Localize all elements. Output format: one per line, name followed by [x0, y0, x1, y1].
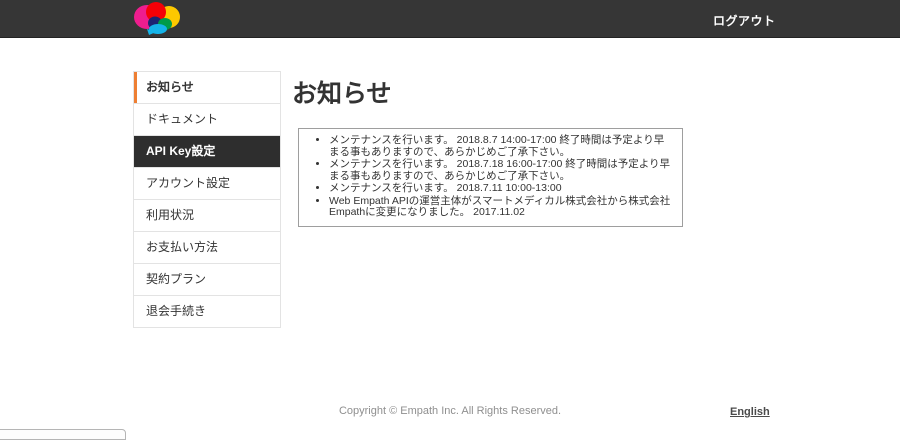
sidebar-item-account-settings[interactable]: アカウント設定: [134, 167, 280, 199]
logout-link[interactable]: ログアウト: [713, 12, 776, 29]
browser-status-tooltip: [0, 429, 126, 440]
sidebar-item-notices[interactable]: お知らせ: [134, 72, 280, 103]
notices-list: メンテナンスを行います。 2018.8.7 14:00-17:00 終了時間は予…: [299, 134, 674, 219]
sidebar-item-api-key-settings[interactable]: API Key設定: [134, 135, 280, 167]
page-title: お知らせ: [292, 80, 392, 108]
sidebar-item-usage[interactable]: 利用状況: [134, 199, 280, 231]
language-switch-link[interactable]: English: [730, 406, 770, 418]
sidebar-nav: お知らせ ドキュメント API Key設定 アカウント設定 利用状況 お支払い方…: [133, 71, 281, 328]
notices-panel: メンテナンスを行います。 2018.8.7 14:00-17:00 終了時間は予…: [298, 128, 683, 227]
sidebar-item-withdrawal[interactable]: 退会手続き: [134, 295, 280, 327]
notice-item: Web Empath APIの運営主体がスマートメディカル株式会社から株式会社E…: [329, 195, 674, 219]
sidebar-item-documents[interactable]: ドキュメント: [134, 103, 280, 135]
notice-item: メンテナンスを行います。 2018.7.18 16:00-17:00 終了時間は…: [329, 158, 674, 182]
sidebar-item-payment-method[interactable]: お支払い方法: [134, 231, 280, 263]
sidebar-item-contract-plan[interactable]: 契約プラン: [134, 263, 280, 295]
app-header: ログアウト: [0, 0, 900, 38]
notice-item: メンテナンスを行います。 2018.7.11 10:00-13:00: [329, 182, 674, 195]
notice-item: メンテナンスを行います。 2018.8.7 14:00-17:00 終了時間は予…: [329, 134, 674, 158]
empath-brain-logo-icon[interactable]: [134, 2, 180, 36]
